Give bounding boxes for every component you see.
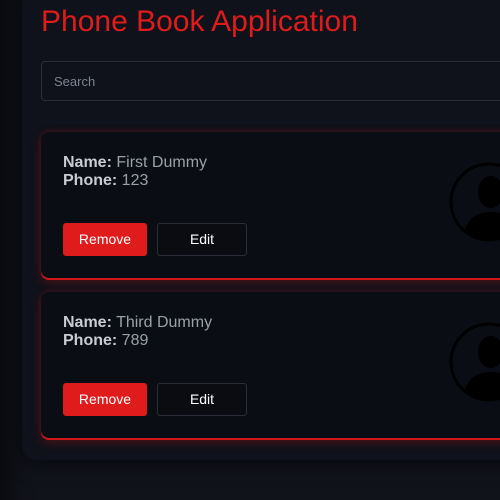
- contact-name-row: Name: Third Dummy: [63, 314, 212, 332]
- page-title: Phone Book Application: [41, 5, 358, 38]
- remove-button[interactable]: Remove: [63, 383, 147, 416]
- user-silhouette-icon: [449, 162, 500, 242]
- contact-phone: 789: [121, 332, 149, 349]
- edit-button[interactable]: Edit: [157, 223, 247, 256]
- contact-name: First Dummy: [116, 154, 208, 171]
- contact-info: Name: First Dummy Phone: 123: [63, 154, 207, 190]
- phone-label: Phone:: [63, 332, 118, 349]
- user-silhouette-icon: [449, 322, 500, 402]
- name-label: Name:: [63, 314, 112, 331]
- contact-name-row: Name: First Dummy: [63, 154, 207, 172]
- contact-card: Name: First Dummy Phone: 123 Remove Edit: [41, 132, 500, 278]
- edit-button[interactable]: Edit: [157, 383, 247, 416]
- contact-name: Third Dummy: [116, 314, 213, 331]
- contact-phone-row: Phone: 789: [63, 332, 212, 350]
- contact-info: Name: Third Dummy Phone: 789: [63, 314, 212, 350]
- contact-card: Name: Third Dummy Phone: 789 Remove Edit: [41, 292, 500, 438]
- search-input[interactable]: [41, 61, 500, 101]
- remove-button[interactable]: Remove: [63, 223, 147, 256]
- contact-phone: 123: [121, 172, 149, 189]
- phone-label: Phone:: [63, 172, 118, 189]
- contact-phone-row: Phone: 123: [63, 172, 207, 190]
- name-label: Name:: [63, 154, 112, 171]
- page: Phone Book Application Name: First Dummy…: [0, 0, 500, 500]
